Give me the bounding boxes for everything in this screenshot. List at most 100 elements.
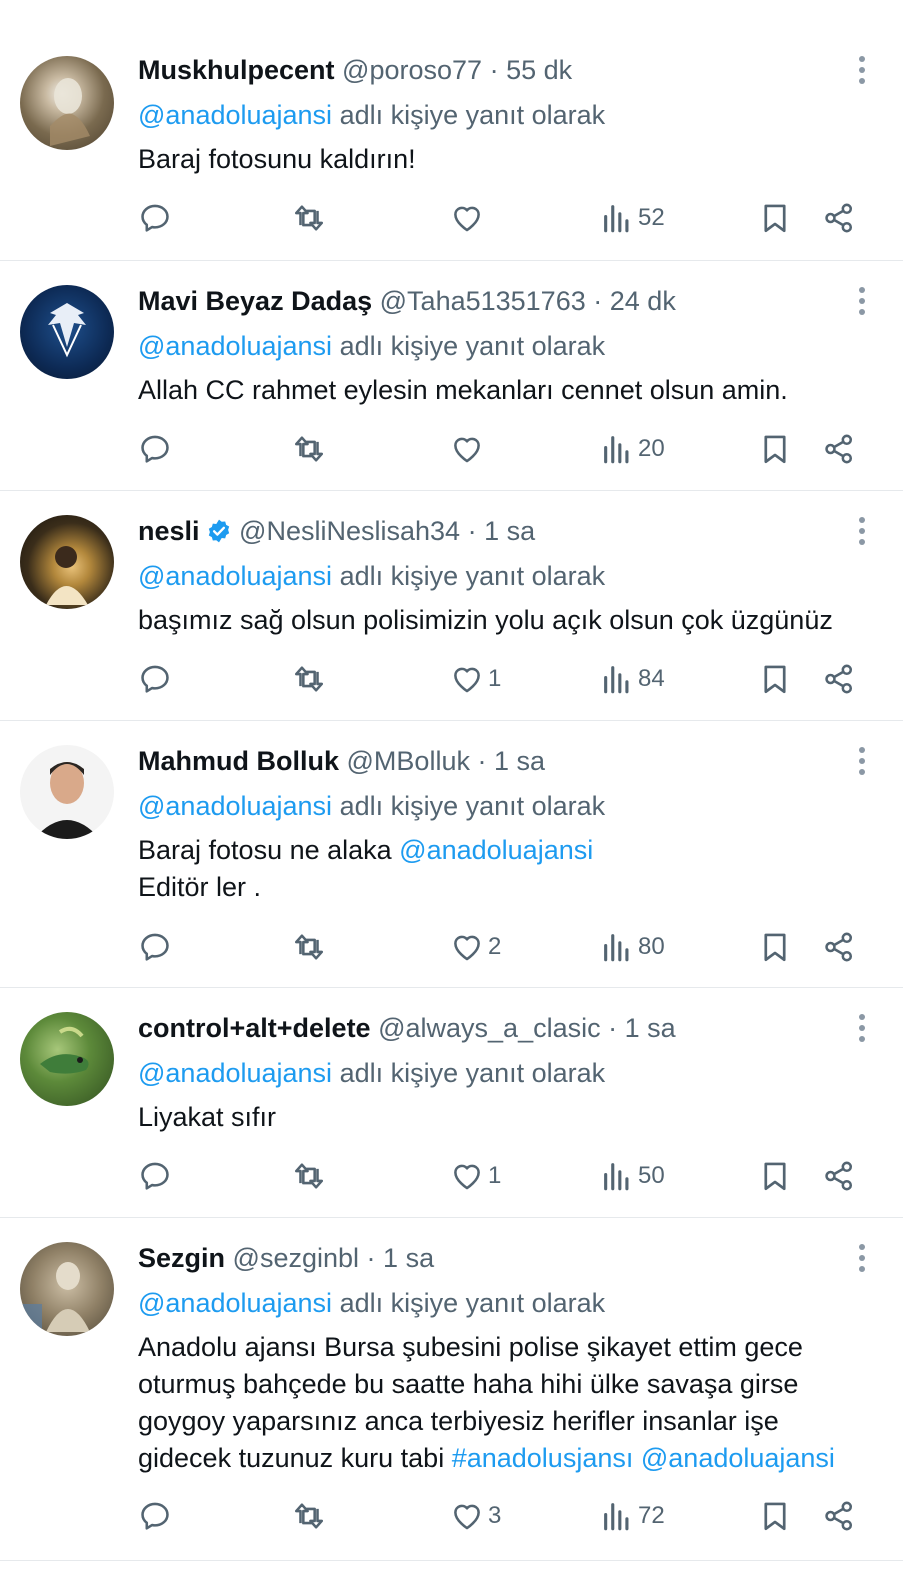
retweet-button[interactable] <box>292 927 326 967</box>
more-options-button[interactable] <box>857 56 867 92</box>
reply-button[interactable] <box>138 1496 172 1536</box>
reply-tweet[interactable]: control+alt+delete @always_a_clasic · 1 … <box>0 988 903 1218</box>
bookmark-button[interactable] <box>758 198 792 238</box>
reply-suffix: adlı kişiye yanıt olarak <box>332 1058 606 1088</box>
reply-mention-link[interactable]: @anadoluajansi <box>138 561 332 591</box>
retweet-icon <box>292 432 326 466</box>
like-button[interactable] <box>450 429 488 469</box>
reply-tweet[interactable]: nesli @NesliNeslisah34 · 1 sa @anadoluaj… <box>0 491 903 721</box>
views-button[interactable]: 72 <box>600 1496 665 1536</box>
avatar[interactable] <box>20 745 114 839</box>
heart-icon <box>450 930 484 964</box>
retweet-button[interactable] <box>292 659 326 699</box>
display-name[interactable]: Mavi Beyaz Dadaş <box>138 286 372 316</box>
speech-bubble-icon <box>138 662 172 696</box>
avatar[interactable] <box>20 285 114 379</box>
timestamp[interactable]: 1 sa <box>484 516 535 546</box>
timestamp[interactable]: 1 sa <box>383 1243 434 1273</box>
share-button[interactable] <box>822 927 856 967</box>
share-button[interactable] <box>822 198 856 238</box>
display-name[interactable]: nesli <box>138 516 200 546</box>
user-handle[interactable]: @always_a_clasic <box>378 1013 601 1043</box>
avatar[interactable] <box>20 1012 114 1106</box>
views-button[interactable]: 52 <box>600 198 665 238</box>
reply-button[interactable] <box>138 198 172 238</box>
bar-chart-icon <box>600 201 634 235</box>
tweet-header: control+alt+delete @always_a_clasic · 1 … <box>138 1008 873 1048</box>
vertical-dots-icon <box>859 1244 865 1250</box>
avatar[interactable] <box>20 515 114 609</box>
action-bar: 52 <box>138 198 858 238</box>
timestamp[interactable]: 55 dk <box>506 55 572 85</box>
separator-dot: · <box>467 516 477 546</box>
bookmark-button[interactable] <box>758 927 792 967</box>
tweet-body: Sezgin @sezginbl · 1 sa @anadoluajansi a… <box>138 1238 873 1477</box>
views-button[interactable]: 80 <box>600 927 665 967</box>
bookmark-button[interactable] <box>758 659 792 699</box>
timestamp[interactable]: 1 sa <box>625 1013 676 1043</box>
display-name[interactable]: control+alt+delete <box>138 1013 371 1043</box>
hashtag-link[interactable]: #anadolusjansı <box>452 1443 634 1473</box>
tweet-header: Muskhulpecent @poroso77 · 55 dk <box>138 50 873 90</box>
bookmark-button[interactable] <box>758 1156 792 1196</box>
retweet-button[interactable] <box>292 1496 326 1536</box>
tweet-header: nesli @NesliNeslisah34 · 1 sa <box>138 511 873 551</box>
share-button[interactable] <box>822 429 856 469</box>
like-button[interactable]: 1 <box>450 659 501 699</box>
timestamp[interactable]: 24 dk <box>610 286 676 316</box>
reply-mention-link[interactable]: @anadoluajansi <box>138 331 332 361</box>
like-button[interactable]: 1 <box>450 1156 501 1196</box>
bookmark-button[interactable] <box>758 429 792 469</box>
share-button[interactable] <box>822 659 856 699</box>
mention-link[interactable]: @anadoluajansi <box>399 835 593 865</box>
reply-mention-link[interactable]: @anadoluajansi <box>138 1058 332 1088</box>
more-options-button[interactable] <box>857 1244 867 1280</box>
user-handle[interactable]: @poroso77 <box>342 55 482 85</box>
heart-icon <box>450 1159 484 1193</box>
views-button[interactable]: 84 <box>600 659 665 699</box>
reply-tweet[interactable]: Muskhulpecent @poroso77 · 55 dk @anadolu… <box>0 0 903 261</box>
avatar[interactable] <box>20 1242 114 1336</box>
like-button[interactable] <box>450 198 488 238</box>
reply-button[interactable] <box>138 659 172 699</box>
views-button[interactable]: 50 <box>600 1156 665 1196</box>
bookmark-icon <box>758 1159 792 1193</box>
retweet-button[interactable] <box>292 1156 326 1196</box>
reply-mention-link[interactable]: @anadoluajansi <box>138 1288 332 1318</box>
bookmark-button[interactable] <box>758 1496 792 1536</box>
share-button[interactable] <box>822 1156 856 1196</box>
user-handle[interactable]: @MBolluk <box>347 746 470 776</box>
share-button[interactable] <box>822 1496 856 1536</box>
tweet-header: Mahmud Bolluk @MBolluk · 1 sa <box>138 741 873 781</box>
user-handle[interactable]: @NesliNeslisah34 <box>239 516 460 546</box>
reply-mention-link[interactable]: @anadoluajansi <box>138 100 332 130</box>
like-button[interactable]: 3 <box>450 1496 501 1536</box>
retweet-button[interactable] <box>292 429 326 469</box>
reply-tweet[interactable]: Mahmud Bolluk @MBolluk · 1 sa @anadoluaj… <box>0 721 903 988</box>
more-options-button[interactable] <box>857 747 867 783</box>
views-button[interactable]: 20 <box>600 429 665 469</box>
retweet-button[interactable] <box>292 198 326 238</box>
reply-button[interactable] <box>138 429 172 469</box>
user-handle[interactable]: @sezginbl <box>233 1243 359 1273</box>
display-name[interactable]: Mahmud Bolluk <box>138 746 339 776</box>
more-options-button[interactable] <box>857 287 867 323</box>
view-count: 52 <box>638 204 665 231</box>
reply-button[interactable] <box>138 1156 172 1196</box>
reply-tweet[interactable]: Mavi Beyaz Dadaş @Taha51351763 · 24 dk @… <box>0 261 903 491</box>
like-count: 3 <box>488 1502 502 1529</box>
mention-link[interactable]: @anadoluajansi <box>641 1443 835 1473</box>
more-options-button[interactable] <box>857 1014 867 1050</box>
reply-tweet[interactable]: Sezgin @sezginbl · 1 sa @anadoluajansi a… <box>0 1218 903 1561</box>
reply-mention-link[interactable]: @anadoluajansi <box>138 791 332 821</box>
reply-button[interactable] <box>138 927 172 967</box>
bookmark-icon <box>758 201 792 235</box>
display-name[interactable]: Muskhulpecent <box>138 55 335 85</box>
like-button[interactable]: 2 <box>450 927 501 967</box>
display-name[interactable]: Sezgin <box>138 1243 225 1273</box>
avatar[interactable] <box>20 56 114 150</box>
timestamp[interactable]: 1 sa <box>494 746 545 776</box>
more-options-button[interactable] <box>857 517 867 553</box>
speech-bubble-icon <box>138 432 172 466</box>
user-handle[interactable]: @Taha51351763 <box>380 286 586 316</box>
